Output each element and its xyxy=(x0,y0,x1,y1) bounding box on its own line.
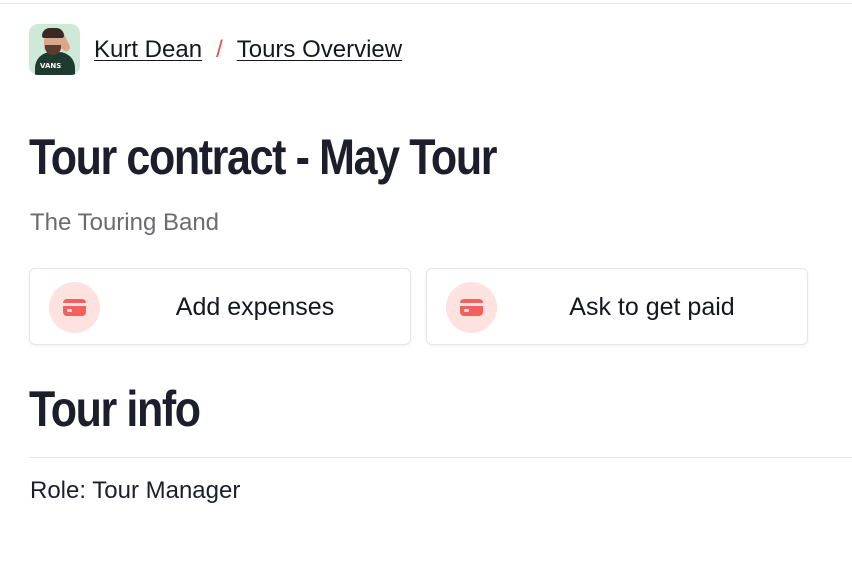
ask-to-get-paid-label: Ask to get paid xyxy=(569,293,735,321)
avatar-hair xyxy=(42,28,64,38)
breadcrumb: VANS Kurt Dean / Tours Overview xyxy=(29,24,402,75)
top-divider xyxy=(0,3,852,4)
avatar[interactable]: VANS xyxy=(29,24,80,75)
add-expenses-label: Add expenses xyxy=(175,293,335,321)
add-expenses-icon-badge xyxy=(49,282,100,333)
credit-card-icon xyxy=(460,299,483,316)
section-divider xyxy=(29,457,852,458)
role-text: Role: Tour Manager xyxy=(30,477,241,504)
breadcrumb-separator: / xyxy=(216,35,223,63)
credit-card-icon xyxy=(63,299,86,316)
page-title: Tour contract - May Tour xyxy=(29,129,497,185)
tour-info-heading: Tour info xyxy=(29,381,201,437)
ask-to-get-paid-icon-badge xyxy=(446,282,497,333)
breadcrumb-tours-overview-link[interactable]: Tours Overview xyxy=(237,36,402,64)
add-expenses-button[interactable]: Add expenses xyxy=(29,268,411,345)
breadcrumb-user-link[interactable]: Kurt Dean xyxy=(94,36,202,64)
ask-to-get-paid-button[interactable]: Ask to get paid xyxy=(426,268,808,345)
avatar-shirt-logo: VANS xyxy=(40,62,62,70)
band-name: The Touring Band xyxy=(30,209,220,236)
